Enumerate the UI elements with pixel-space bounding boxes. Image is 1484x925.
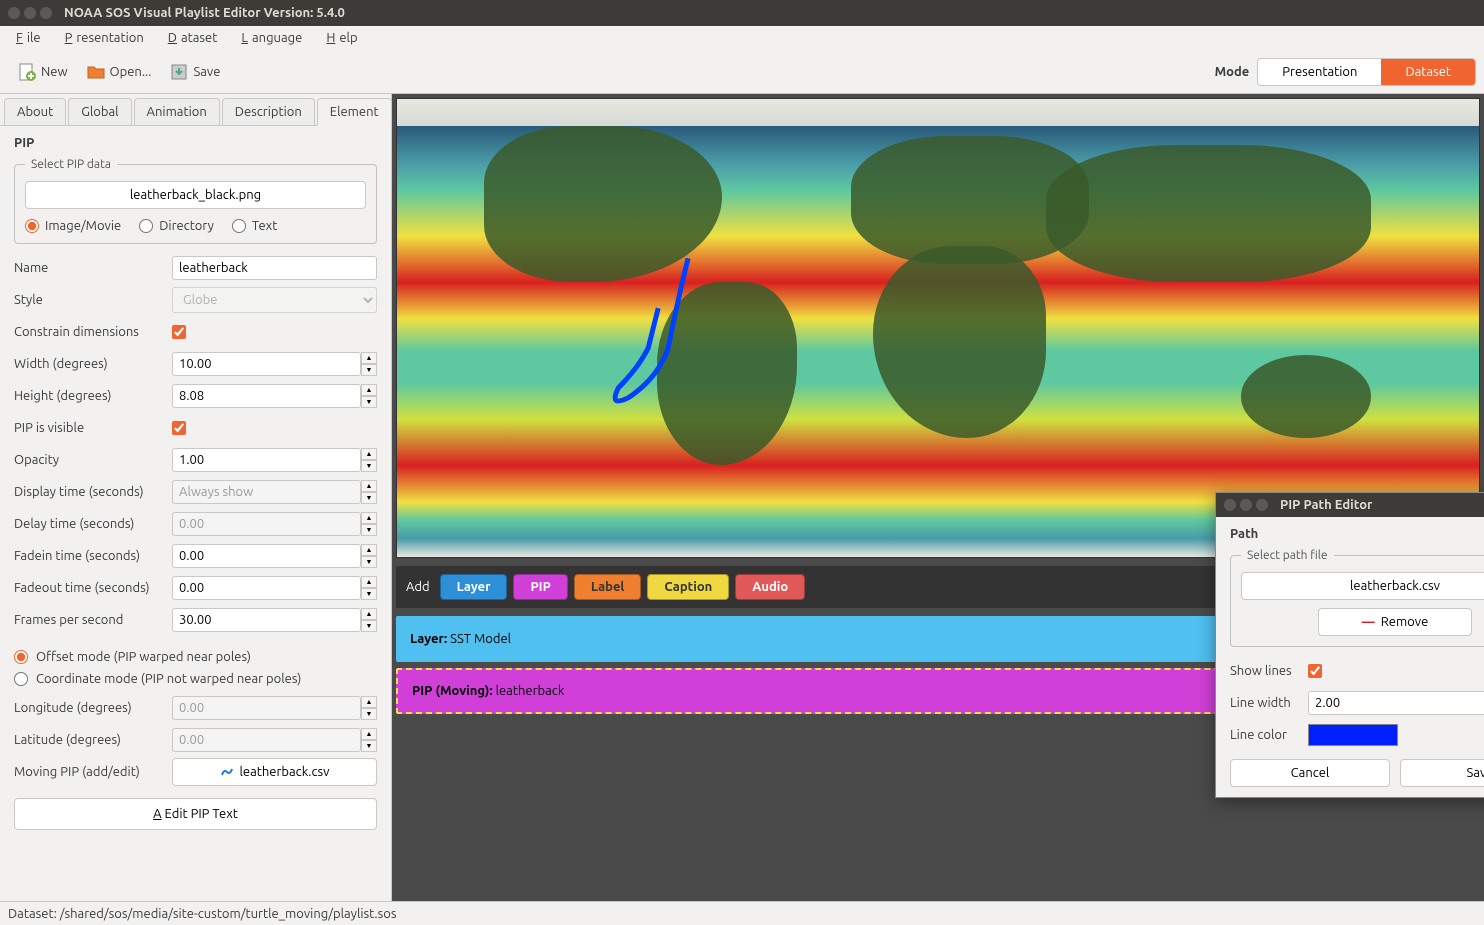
moving-pip-button[interactable]: leatherback.csv — [172, 758, 377, 786]
add-layer-button[interactable]: Layer — [440, 574, 508, 600]
edit-pip-text-button[interactable]: A Edit PIP Text — [14, 798, 377, 830]
dialog-save-button[interactable]: Save — [1400, 759, 1484, 787]
cancel-button[interactable]: Cancel — [1230, 759, 1390, 787]
width-down[interactable]: ▼ — [361, 364, 377, 376]
remove-button[interactable]: — Remove — [1318, 608, 1472, 636]
menubar: File Presentation Dataset Language Help — [0, 26, 1484, 50]
add-label-button[interactable]: Label — [574, 574, 642, 600]
tab-element[interactable]: Element — [317, 98, 392, 126]
remove-icon: — — [1362, 615, 1375, 629]
path-icon — [220, 765, 234, 779]
tab-global[interactable]: Global — [68, 98, 131, 125]
height-field[interactable] — [172, 384, 361, 408]
select-pip-data-fieldset: Select PIP data leatherback_black.png Im… — [14, 158, 377, 244]
menu-presentation[interactable]: Presentation — [57, 29, 148, 47]
toolbar: New Open... Save Mode Presentation Datas… — [0, 50, 1484, 94]
menu-language[interactable]: Language — [233, 29, 306, 47]
pip-file-button[interactable]: leatherback_black.png — [25, 181, 366, 209]
visible-checkbox[interactable] — [172, 421, 186, 435]
latitude-field — [172, 728, 361, 752]
turtle-path — [397, 99, 1479, 557]
pip-header: PIP — [14, 136, 377, 150]
style-select: Globe — [172, 287, 377, 313]
menu-help[interactable]: Help — [318, 29, 361, 47]
dialog-maximize-icon[interactable] — [1256, 499, 1268, 511]
element-form: PIP Select PIP data leatherback_black.pn… — [0, 126, 391, 901]
radio-coord-mode[interactable]: Coordinate mode (PIP not warped near pol… — [14, 668, 377, 690]
save-icon — [169, 62, 189, 82]
open-button[interactable]: Open... — [77, 57, 161, 87]
height-up[interactable]: ▲ — [361, 384, 377, 396]
mode-presentation-button[interactable]: Presentation — [1258, 59, 1381, 85]
constrain-checkbox[interactable] — [172, 325, 186, 339]
close-icon[interactable] — [8, 7, 20, 19]
radio-text[interactable]: Text — [232, 219, 277, 233]
open-icon — [86, 62, 106, 82]
dialog-minimize-icon[interactable] — [1240, 499, 1252, 511]
pip-path-editor-dialog: PIP Path Editor Path Select path file le… — [1215, 492, 1484, 798]
left-panel: About Global Animation Description Eleme… — [0, 94, 392, 901]
radio-image-movie[interactable]: Image/Movie — [25, 219, 121, 233]
dialog-title: PIP Path Editor — [1280, 498, 1372, 512]
mode-toggle: Presentation Dataset — [1257, 58, 1476, 86]
add-caption-button[interactable]: Caption — [647, 574, 729, 600]
right-panel: Add Layer PIP Label Caption Audio Frame … — [392, 94, 1484, 901]
line-color-swatch[interactable] — [1308, 724, 1398, 746]
fps-field[interactable] — [172, 608, 361, 632]
mode-label: Mode — [1215, 65, 1250, 79]
select-path-file-fieldset: Select path file leatherback.csv — Remov… — [1230, 549, 1484, 647]
name-field[interactable] — [172, 256, 377, 280]
height-down[interactable]: ▼ — [361, 396, 377, 408]
dialog-close-icon[interactable] — [1224, 499, 1236, 511]
radio-directory[interactable]: Directory — [139, 219, 214, 233]
tab-about[interactable]: About — [4, 98, 66, 125]
minimize-icon[interactable] — [24, 7, 36, 19]
statusbar-text: Dataset: /shared/sos/media/site-custom/t… — [8, 907, 397, 921]
window-title: NOAA SOS Visual Playlist Editor Version:… — [64, 6, 345, 20]
fadein-field[interactable] — [172, 544, 361, 568]
show-lines-checkbox[interactable] — [1308, 664, 1322, 678]
longitude-field — [172, 696, 361, 720]
tab-animation[interactable]: Animation — [134, 98, 220, 125]
add-label: Add — [406, 580, 430, 594]
width-field[interactable] — [172, 352, 361, 376]
tab-description[interactable]: Description — [222, 98, 315, 125]
add-audio-button[interactable]: Audio — [735, 574, 805, 600]
menu-file[interactable]: File — [8, 29, 45, 47]
new-button[interactable]: New — [8, 57, 77, 87]
radio-offset-mode[interactable]: Offset mode (PIP warped near poles) — [14, 646, 377, 668]
save-button[interactable]: Save — [160, 57, 229, 87]
window-titlebar: NOAA SOS Visual Playlist Editor Version:… — [0, 0, 1484, 26]
display-time-field — [172, 480, 361, 504]
add-pip-button[interactable]: PIP — [513, 574, 567, 600]
new-icon — [17, 62, 37, 82]
width-up[interactable]: ▲ — [361, 352, 377, 364]
path-file-button[interactable]: leatherback.csv — [1241, 572, 1484, 600]
maximize-icon[interactable] — [40, 7, 52, 19]
statusbar: Dataset: /shared/sos/media/site-custom/t… — [0, 901, 1484, 925]
tabs: About Global Animation Description Eleme… — [0, 94, 391, 126]
format-icon: A — [153, 807, 161, 821]
path-header: Path — [1230, 527, 1484, 541]
delay-time-field — [172, 512, 361, 536]
mode-dataset-button[interactable]: Dataset — [1381, 59, 1475, 85]
fadeout-field[interactable] — [172, 576, 361, 600]
opacity-field[interactable] — [172, 448, 361, 472]
menu-dataset[interactable]: Dataset — [160, 29, 222, 47]
map-preview[interactable] — [396, 98, 1480, 558]
line-width-field[interactable] — [1308, 691, 1484, 715]
